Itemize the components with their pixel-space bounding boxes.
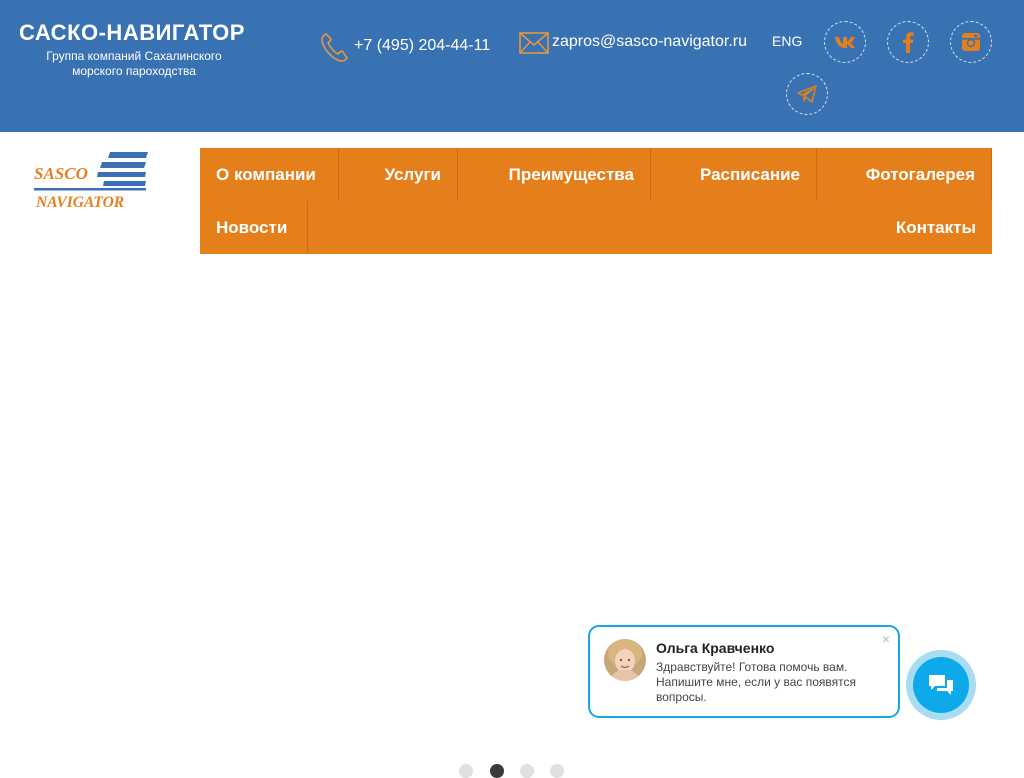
top-header: САСКО-НАВИГАТОР Группа компаний Сахалинс…	[0, 0, 1024, 132]
mail-icon	[519, 32, 549, 54]
phone-icon	[321, 33, 348, 62]
instagram-icon	[962, 33, 980, 51]
phone-link[interactable]: +7 (495) 204-44-11	[354, 37, 490, 55]
slider-dot[interactable]	[520, 764, 534, 778]
chat-greeting-popup[interactable]: Ольга Кравченко Здравствуйте! Готова пом…	[588, 625, 900, 718]
email-link[interactable]: zapros@sasco-navigator.ru	[552, 33, 747, 51]
nav-item-news[interactable]: Новости	[200, 201, 308, 254]
nav-item-gallery[interactable]: Фотогалерея	[817, 148, 992, 201]
logo-text-sasco: SASCO	[34, 164, 88, 183]
vk-link[interactable]	[824, 21, 866, 63]
sasco-navigator-logo[interactable]: SASCO NAVIGATOR	[32, 150, 150, 212]
telegram-link[interactable]	[786, 73, 828, 115]
nav-item-services[interactable]: Услуги	[339, 148, 458, 201]
nav-item-about[interactable]: О компании	[200, 148, 339, 201]
slider-dot-active[interactable]	[490, 764, 504, 778]
facebook-link[interactable]	[887, 21, 929, 63]
chat-close-button[interactable]: ×	[882, 631, 890, 647]
chat-greeting-text: Здравствуйте! Готова помочь вам. Напишит…	[656, 660, 857, 704]
instagram-link[interactable]	[950, 21, 992, 63]
operator-name: Ольга Кравченко	[656, 640, 775, 656]
brand-title: САСКО-НАВИГАТОР	[19, 20, 245, 45]
operator-avatar	[604, 639, 646, 681]
nav-item-schedule[interactable]: Расписание	[651, 148, 817, 201]
slider-dot[interactable]	[459, 764, 473, 778]
logo-text-navigator: NAVIGATOR	[35, 194, 124, 211]
chat-icon	[929, 675, 953, 695]
telegram-icon	[797, 85, 817, 103]
slider-dot[interactable]	[550, 764, 564, 778]
language-switch-eng[interactable]: ENG	[772, 33, 802, 49]
facebook-icon	[903, 32, 914, 53]
vk-icon	[835, 37, 855, 48]
nav-item-advantages[interactable]: Преимущества	[458, 148, 651, 201]
brand-subtitle: Группа компаний Сахалинского морского па…	[46, 49, 222, 78]
nav-item-contacts[interactable]: Контакты	[308, 201, 992, 254]
open-chat-button[interactable]	[913, 657, 969, 713]
main-navigation: О компании Услуги Преимущества Расписани…	[200, 148, 992, 254]
